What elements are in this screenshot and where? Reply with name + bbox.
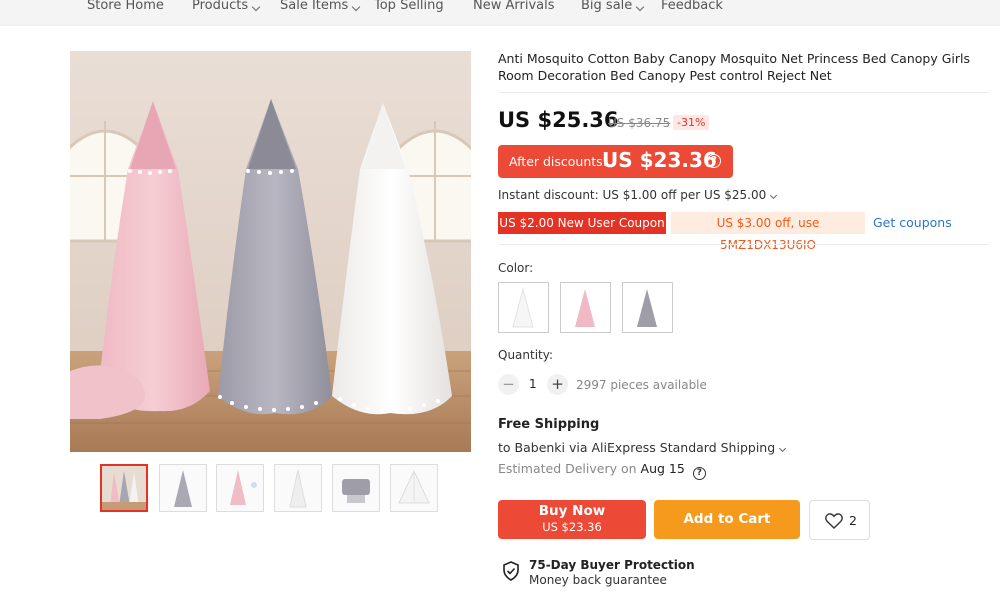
chevron-down-icon bbox=[779, 444, 787, 453]
grey-canopy-icon bbox=[637, 289, 657, 327]
question-icon[interactable]: ? bbox=[692, 467, 706, 480]
buy-now-button[interactable]: Buy Now US $23.36 bbox=[498, 500, 646, 539]
white-canopy-icon bbox=[512, 287, 534, 328]
divider bbox=[498, 92, 990, 93]
quantity-label: Quantity: bbox=[498, 348, 554, 362]
main-product-image[interactable] bbox=[70, 51, 471, 452]
nav-sale-items[interactable]: Sale Items bbox=[280, 0, 361, 13]
quantity-value[interactable]: 1 bbox=[529, 377, 537, 391]
color-swatch-pink[interactable] bbox=[560, 282, 611, 333]
estimated-delivery: Estimated Delivery on Aug 15 ? bbox=[498, 461, 706, 480]
after-discount-label: After discounts: bbox=[509, 154, 607, 169]
color-swatch-white[interactable] bbox=[498, 282, 549, 333]
product-title: Anti Mosquito Cotton Baby Canopy Mosquit… bbox=[498, 51, 970, 83]
instant-discount[interactable]: Instant discount: US $1.00 off per US $2… bbox=[498, 188, 778, 202]
quantity-decrease-button[interactable]: − bbox=[498, 374, 519, 395]
buy-now-price: US $23.36 bbox=[542, 520, 602, 534]
nav-top-selling[interactable]: Top Selling bbox=[374, 0, 444, 13]
color-swatch-grey[interactable] bbox=[622, 282, 673, 333]
wishlist-button[interactable]: 2 bbox=[809, 500, 870, 540]
nav-feedback[interactable]: Feedback bbox=[661, 0, 723, 13]
shield-check-icon bbox=[503, 561, 519, 581]
question-icon[interactable]: ? bbox=[707, 154, 721, 168]
chevron-down-icon bbox=[770, 191, 778, 200]
buy-now-label: Buy Now bbox=[538, 503, 606, 519]
quantity-increase-button[interactable]: + bbox=[547, 374, 568, 395]
pink-canopy-icon bbox=[575, 289, 595, 327]
nav-big-sale[interactable]: Big sale bbox=[581, 0, 645, 13]
divider bbox=[498, 244, 990, 245]
thumbnail-6[interactable] bbox=[390, 464, 438, 512]
chevron-down-icon bbox=[352, 2, 361, 12]
thumbnail-image bbox=[230, 470, 257, 505]
shipping-title: Free Shipping bbox=[498, 417, 600, 432]
nav-products[interactable]: Products bbox=[192, 0, 261, 13]
canopy-photo bbox=[70, 51, 471, 452]
heart-icon bbox=[825, 513, 843, 529]
get-coupons-link[interactable]: Get coupons bbox=[873, 215, 952, 230]
wishlist-count: 2 bbox=[849, 513, 857, 528]
after-discount-price: US $23.36 bbox=[602, 148, 717, 172]
nav-store-home[interactable]: Store Home bbox=[87, 0, 164, 13]
original-price: US $36.75 bbox=[608, 116, 671, 130]
color-label: Color: bbox=[498, 261, 534, 275]
chevron-down-icon bbox=[251, 2, 261, 12]
buyer-protection-subtitle: Money back guarantee bbox=[529, 573, 667, 587]
thumbnail-2[interactable] bbox=[159, 464, 207, 512]
available-count: 2997 pieces available bbox=[576, 378, 707, 392]
thumbnail-image bbox=[102, 466, 146, 510]
thumbnail-image bbox=[398, 469, 430, 504]
thumbnail-5[interactable] bbox=[332, 464, 380, 512]
shipping-method[interactable]: to Babenki via AliExpress Standard Shipp… bbox=[498, 440, 787, 455]
delivery-date: Aug 15 bbox=[640, 461, 685, 476]
thumbnail-image bbox=[342, 479, 370, 503]
thumbnail-3[interactable] bbox=[216, 464, 264, 512]
nav-new-arrivals[interactable]: New Arrivals bbox=[473, 0, 555, 13]
coupon-code[interactable]: US $3.00 off, use 5MZ1DX13U6IO bbox=[671, 212, 865, 252]
thumbnail-image bbox=[289, 469, 307, 508]
after-discount-banner: After discounts: US $23.36 ? bbox=[498, 145, 733, 178]
current-price: US $25.36 bbox=[498, 108, 619, 132]
buyer-protection-title: 75-Day Buyer Protection bbox=[529, 558, 695, 572]
new-user-coupon[interactable]: US $2.00 New User Coupon bbox=[496, 212, 666, 234]
chevron-down-icon bbox=[636, 2, 645, 12]
thumbnail-4[interactable] bbox=[274, 464, 322, 512]
add-to-cart-button[interactable]: Add to Cart bbox=[654, 500, 800, 539]
thumbnail-1[interactable] bbox=[100, 464, 148, 512]
discount-badge: -31% bbox=[673, 115, 710, 130]
thumbnail-image bbox=[174, 470, 192, 507]
store-nav-bar: Store Home Products Sale Items Top Selli… bbox=[0, 0, 1000, 26]
